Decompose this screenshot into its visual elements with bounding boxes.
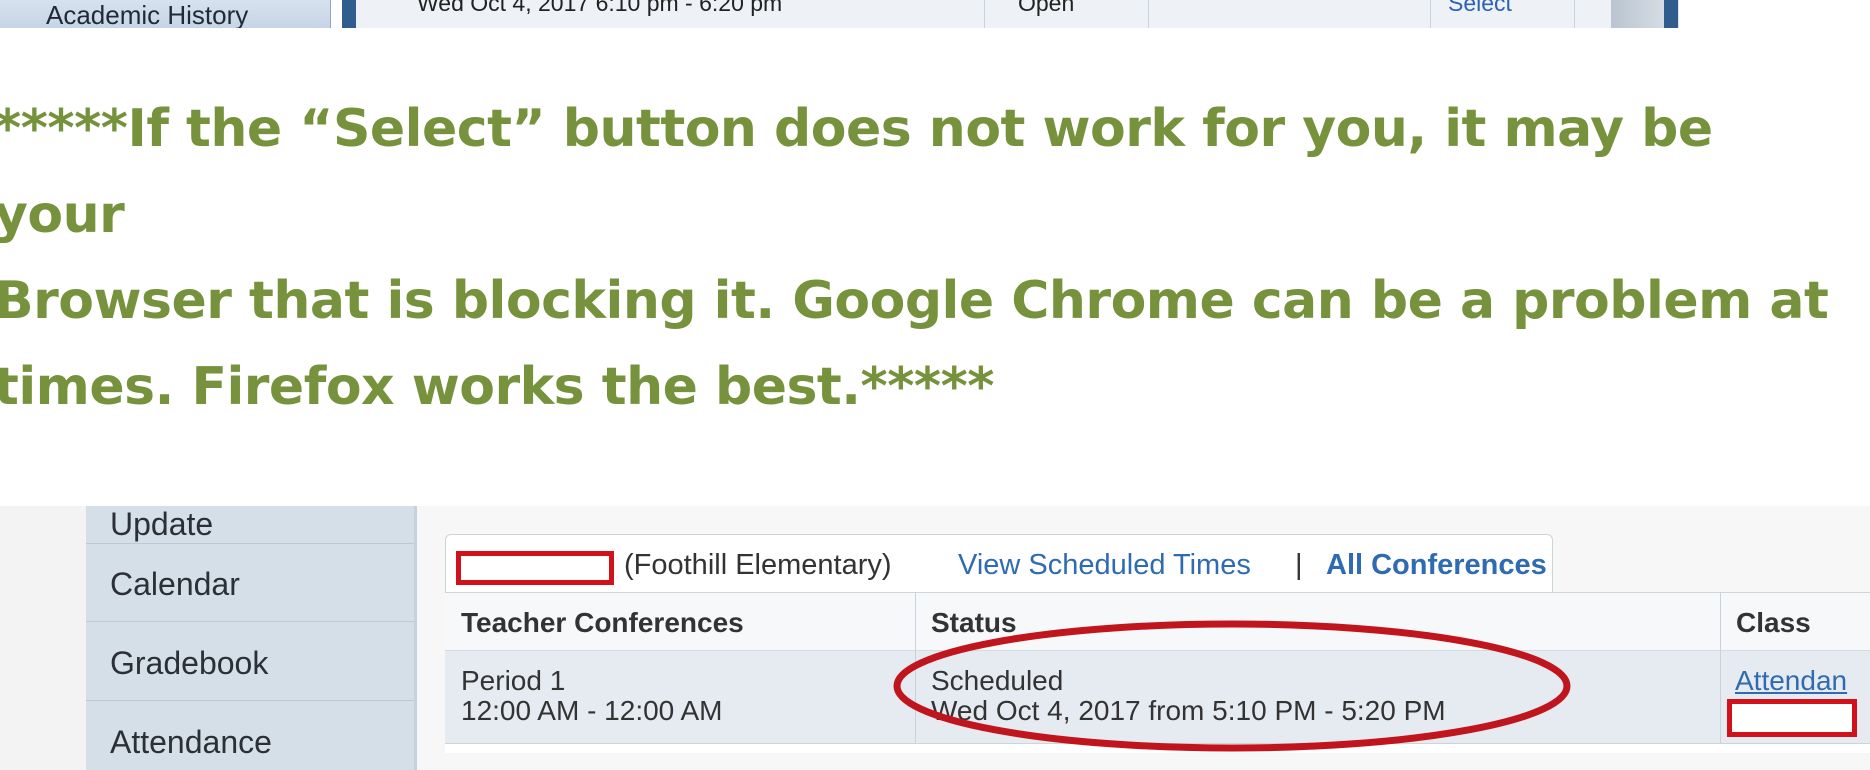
column-header-class: Class: [1720, 593, 1870, 651]
conferences-table: Teacher Conferences Status Class Period …: [445, 592, 1870, 753]
divider: [342, 0, 356, 28]
school-name: (Foothill Elementary): [624, 549, 892, 581]
sidebar-item-label: Calendar: [110, 566, 240, 602]
window-edge: [1664, 0, 1678, 28]
conference-slot-row: Wed Oct 4, 2017 6:10 pm - 6:20 pm Open S…: [356, 0, 1611, 28]
sidebar-item-attendance[interactable]: Attendance: [86, 702, 414, 770]
slot-status: Open: [1018, 0, 1075, 16]
bottom-screenshot: Update Calendar Gradebook Attendance (Fo…: [0, 506, 1870, 770]
period-name: Period 1: [461, 665, 566, 696]
column-divider: [1148, 0, 1149, 28]
sidebar-item-label: Attendance: [110, 724, 272, 760]
class-attendance-link[interactable]: Attendan: [1735, 665, 1847, 697]
tab-separator: |: [1295, 549, 1303, 581]
redacted-name-box: [456, 551, 614, 585]
column-divider: [984, 0, 985, 28]
all-conferences-link[interactable]: All Conferences: [1326, 549, 1547, 582]
top-screenshot-strip: Academic History Wed Oct 4, 2017 6:10 pm…: [0, 0, 1870, 28]
redacted-class-box: [1727, 699, 1857, 737]
main-content: (Foothill Elementary) View Scheduled Tim…: [417, 506, 1870, 770]
column-header-status: Status: [915, 593, 1720, 651]
slot-time: Wed Oct 4, 2017 6:10 pm - 6:20 pm: [417, 0, 783, 16]
sidebar-item-gradebook[interactable]: Gradebook: [86, 623, 414, 701]
instruction-note: *****If the “Select” button does not wor…: [0, 99, 1829, 417]
conference-tab-bar: (Foothill Elementary) View Scheduled Tim…: [445, 534, 1553, 593]
sidebar-item-calendar[interactable]: Calendar: [86, 544, 414, 622]
sidebar-item-update[interactable]: Update: [86, 506, 414, 544]
period-time: 12:00 AM - 12:00 AM: [461, 695, 723, 726]
select-link[interactable]: Select: [1448, 0, 1512, 17]
sidebar-item-label: Academic History: [46, 0, 249, 28]
sidebar-nav: Update Calendar Gradebook Attendance: [86, 506, 417, 770]
column-divider: [915, 593, 916, 743]
scheduled-time: Wed Oct 4, 2017 from 5:10 PM - 5:20 PM: [931, 695, 1446, 726]
column-header-teacher-conferences: Teacher Conferences: [445, 593, 915, 651]
sidebar-item-label: Gradebook: [110, 645, 269, 681]
column-divider: [1430, 0, 1431, 28]
column-divider: [1574, 0, 1575, 28]
column-divider: [1720, 593, 1721, 743]
sidebar-item-academic-history[interactable]: Academic History: [0, 0, 331, 28]
status-value: Scheduled: [931, 665, 1064, 696]
table-row: Period 1 12:00 AM - 12:00 AM Scheduled W…: [445, 651, 1870, 744]
view-scheduled-times-link[interactable]: View Scheduled Times: [958, 549, 1251, 582]
sidebar-item-label: Update: [110, 506, 214, 542]
